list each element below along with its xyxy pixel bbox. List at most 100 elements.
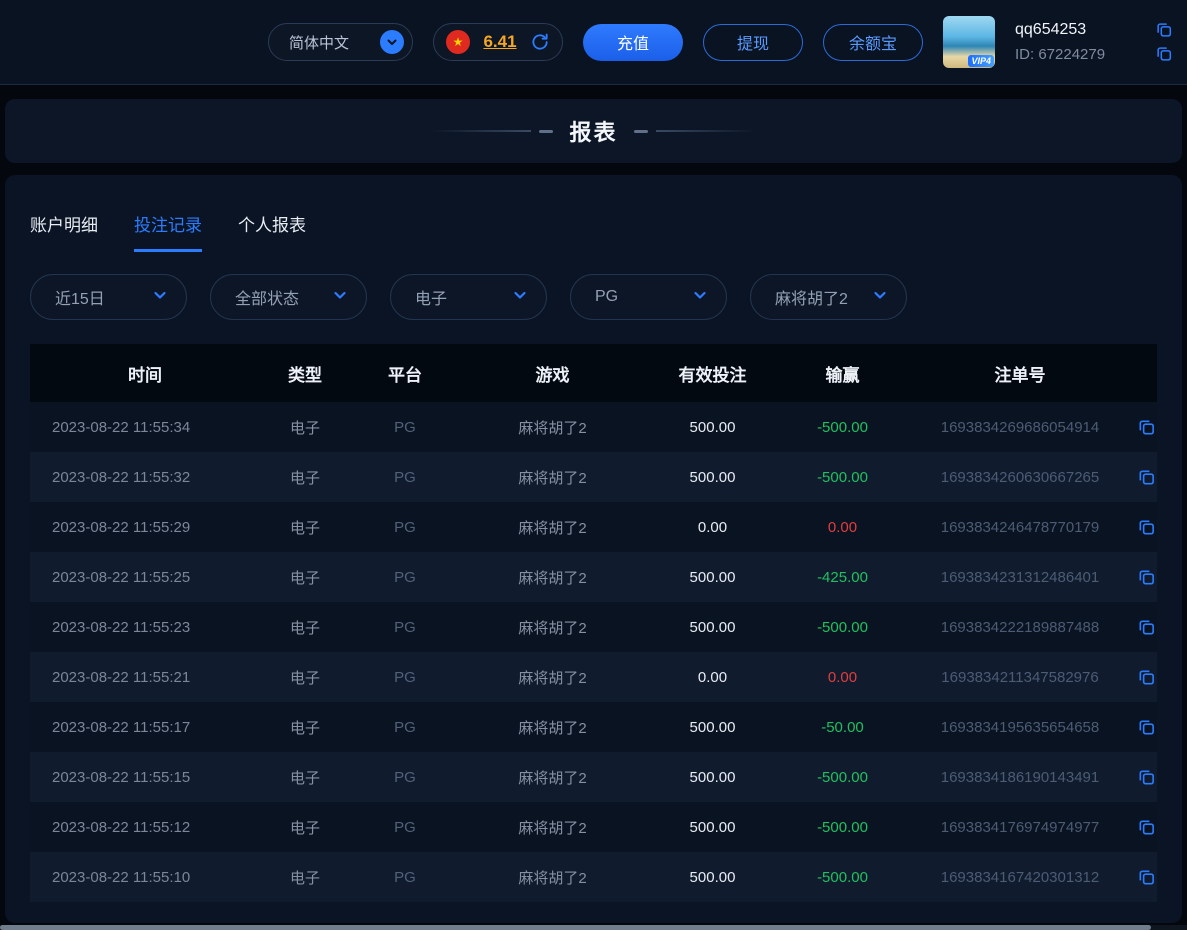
username: qq654253 <box>1015 21 1086 39</box>
col-header-win-lose: 输赢 <box>780 361 905 386</box>
filter-date-range-value: 近15日 <box>55 285 105 309</box>
cell-type: 电子 <box>260 717 350 738</box>
exchange-rate-widget[interactable]: ★ 6.41 <box>433 23 563 61</box>
cell-valid-bet: 500.00 <box>645 719 780 736</box>
cell-win-lose: -500.00 <box>780 619 905 636</box>
horizontal-scrollbar[interactable] <box>0 925 1187 930</box>
cell-platform: PG <box>350 769 460 786</box>
tab-account-details[interactable]: 账户明细 <box>30 211 98 252</box>
user-id: ID: 67224279 <box>1015 46 1105 63</box>
copy-username-icon[interactable] <box>1155 21 1173 39</box>
yuebao-button[interactable]: 余额宝 <box>823 24 923 61</box>
user-info: qq654253 ID: 67224279 <box>1015 21 1173 63</box>
cell-valid-bet: 500.00 <box>645 619 780 636</box>
cell-order-id: 1693834195635654658 <box>905 719 1135 736</box>
vip-badge: VIP4 <box>968 55 994 67</box>
report-panel: 账户明细 投注记录 个人报表 近15日 全部状态 电子 PG 麻将胡了2 时间 … <box>5 175 1182 923</box>
copy-order-icon[interactable] <box>1137 718 1156 737</box>
chevron-down-icon <box>512 287 528 308</box>
cell-win-lose: -500.00 <box>780 819 905 836</box>
cell-time: 2023-08-22 11:55:23 <box>30 619 260 636</box>
cell-time: 2023-08-22 11:55:15 <box>30 769 260 786</box>
cell-type: 电子 <box>260 567 350 588</box>
copy-order-icon[interactable] <box>1137 668 1156 687</box>
cell-win-lose: -500.00 <box>780 419 905 436</box>
cell-time: 2023-08-22 11:55:21 <box>30 669 260 686</box>
withdraw-button[interactable]: 提现 <box>703 24 803 61</box>
filter-status-value: 全部状态 <box>235 285 299 309</box>
recharge-button[interactable]: 充值 <box>583 24 683 61</box>
col-header-time: 时间 <box>30 361 260 386</box>
cell-platform: PG <box>350 419 460 436</box>
cell-game: 麻将胡了2 <box>460 567 645 588</box>
tabs-bar: 账户明细 投注记录 个人报表 <box>30 211 1157 252</box>
page-title: 报表 <box>569 115 617 147</box>
cell-platform: PG <box>350 719 460 736</box>
exchange-rate-value[interactable]: 6.41 <box>483 32 516 52</box>
filter-platform[interactable]: PG <box>570 274 727 320</box>
avatar[interactable]: VIP4 <box>943 16 995 68</box>
cell-platform: PG <box>350 619 460 636</box>
cell-valid-bet: 500.00 <box>645 569 780 586</box>
table-row: 2023-08-22 11:55:21 电子 PG 麻将胡了2 0.00 0.0… <box>30 652 1157 702</box>
cell-valid-bet: 0.00 <box>645 519 780 536</box>
copy-order-icon[interactable] <box>1137 468 1156 487</box>
cell-win-lose: -500.00 <box>780 869 905 886</box>
filter-game[interactable]: 麻将胡了2 <box>750 274 907 320</box>
cell-platform: PG <box>350 819 460 836</box>
col-header-valid-bet: 有效投注 <box>645 361 780 386</box>
cell-win-lose: 0.00 <box>780 519 905 536</box>
cell-order-id: 1693834176974974977 <box>905 819 1135 836</box>
table-row: 2023-08-22 11:55:23 电子 PG 麻将胡了2 500.00 -… <box>30 602 1157 652</box>
cell-platform: PG <box>350 519 460 536</box>
cell-valid-bet: 500.00 <box>645 419 780 436</box>
cell-win-lose: -500.00 <box>780 769 905 786</box>
cell-win-lose: -50.00 <box>780 719 905 736</box>
table-row: 2023-08-22 11:55:10 电子 PG 麻将胡了2 500.00 -… <box>30 852 1157 902</box>
cell-type: 电子 <box>260 617 350 638</box>
cell-time: 2023-08-22 11:55:29 <box>30 519 260 536</box>
copy-order-icon[interactable] <box>1137 418 1156 437</box>
tab-bet-records[interactable]: 投注记录 <box>134 211 202 252</box>
copy-userid-icon[interactable] <box>1155 45 1173 63</box>
cell-valid-bet: 0.00 <box>645 669 780 686</box>
page-title-panel: 报表 <box>5 99 1182 163</box>
cell-time: 2023-08-22 11:55:10 <box>30 869 260 886</box>
cell-order-id: 1693834186190143491 <box>905 769 1135 786</box>
refresh-icon[interactable] <box>530 32 550 52</box>
cell-valid-bet: 500.00 <box>645 869 780 886</box>
cell-type: 电子 <box>260 417 350 438</box>
title-decoration-right <box>634 130 756 133</box>
scrollbar-thumb[interactable] <box>0 925 1151 930</box>
table-row: 2023-08-22 11:55:32 电子 PG 麻将胡了2 500.00 -… <box>30 452 1157 502</box>
cell-game: 麻将胡了2 <box>460 867 645 888</box>
table-row: 2023-08-22 11:55:12 电子 PG 麻将胡了2 500.00 -… <box>30 802 1157 852</box>
filter-category[interactable]: 电子 <box>390 274 547 320</box>
filter-date-range[interactable]: 近15日 <box>30 274 187 320</box>
cell-time: 2023-08-22 11:55:12 <box>30 819 260 836</box>
cell-win-lose: -425.00 <box>780 569 905 586</box>
cell-type: 电子 <box>260 867 350 888</box>
language-selector[interactable]: 简体中文 <box>268 23 413 61</box>
cell-platform: PG <box>350 669 460 686</box>
filter-game-value: 麻将胡了2 <box>775 285 848 309</box>
table-row: 2023-08-22 11:55:34 电子 PG 麻将胡了2 500.00 -… <box>30 402 1157 452</box>
cell-platform: PG <box>350 469 460 486</box>
cell-valid-bet: 500.00 <box>645 769 780 786</box>
copy-order-icon[interactable] <box>1137 568 1156 587</box>
cell-game: 麻将胡了2 <box>460 667 645 688</box>
copy-order-icon[interactable] <box>1137 818 1156 837</box>
copy-order-icon[interactable] <box>1137 868 1156 887</box>
copy-order-icon[interactable] <box>1137 618 1156 637</box>
cell-type: 电子 <box>260 467 350 488</box>
language-label: 简体中文 <box>289 32 349 53</box>
chevron-down-icon <box>380 30 404 54</box>
tab-personal-report[interactable]: 个人报表 <box>238 211 306 252</box>
cell-time: 2023-08-22 11:55:34 <box>30 419 260 436</box>
copy-order-icon[interactable] <box>1137 768 1156 787</box>
cell-order-id: 1693834246478770179 <box>905 519 1135 536</box>
cell-game: 麻将胡了2 <box>460 517 645 538</box>
chevron-down-icon <box>332 287 348 308</box>
filter-status[interactable]: 全部状态 <box>210 274 367 320</box>
copy-order-icon[interactable] <box>1137 518 1156 537</box>
